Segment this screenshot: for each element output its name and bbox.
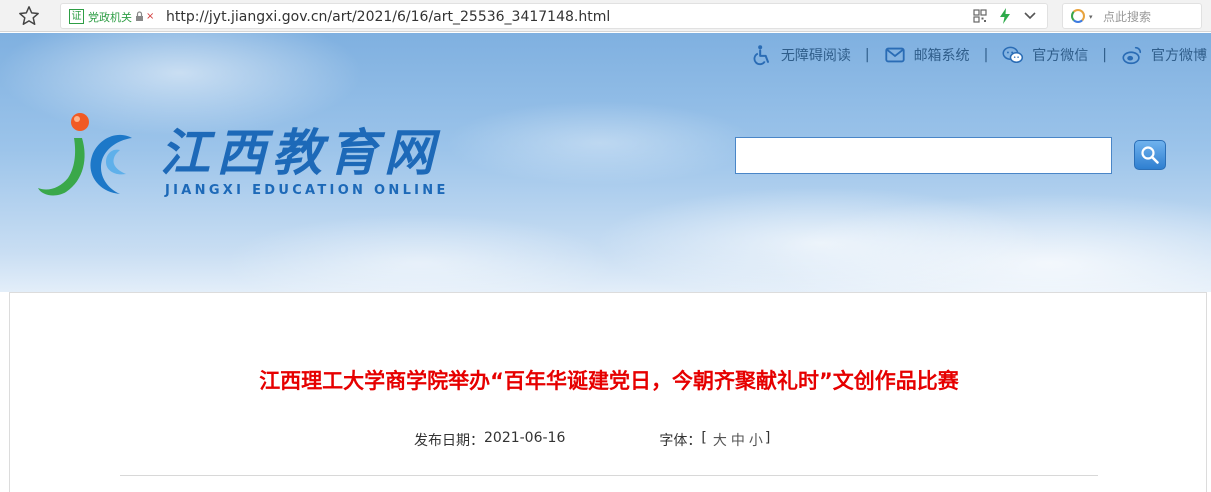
font-size-control: 字体： [ 大 中 小 ] (659, 430, 770, 450)
top-link-accessibility[interactable]: 无障碍阅读 (751, 44, 851, 66)
wechat-icon (1002, 46, 1024, 64)
top-link-label: 无障碍阅读 (780, 48, 851, 64)
publish-date: 2021-06-16 (484, 430, 566, 446)
certificate-label: 党政机关 (88, 10, 132, 24)
top-link-label: 邮箱系统 (913, 48, 970, 64)
browser-search-box[interactable]: ▾ 点此搜索 (1062, 3, 1202, 29)
font-size-large[interactable]: 大 (713, 430, 727, 450)
top-link-separator: | (864, 47, 870, 63)
site-name-english: JIANGXI EDUCATION ONLINE (165, 183, 449, 198)
font-size-medium[interactable]: 中 (731, 430, 745, 450)
top-link-mail[interactable]: 邮箱系统 (884, 44, 970, 66)
search-icon (1141, 146, 1159, 164)
article-card: 江西理工大学商学院举办“百年华诞建党日，今朝齐聚献礼时”文创作品比赛 发布日期：… (9, 292, 1207, 492)
top-link-wechat[interactable]: 官方微信 (1002, 44, 1088, 66)
site-logo-icon[interactable] (36, 108, 136, 203)
content-divider (120, 475, 1098, 476)
search-engine-caret[interactable]: ▾ (1089, 13, 1093, 21)
site-search-button[interactable] (1134, 140, 1166, 170)
insecure-mark: × (146, 11, 155, 22)
top-link-label: 官方微博 (1151, 48, 1207, 64)
font-bracket-close: ] (764, 430, 771, 446)
site-name[interactable]: 江西教育网 (160, 113, 440, 185)
url-text[interactable]: http://jyt.jiangxi.gov.cn/art/2021/6/16/… (166, 9, 610, 25)
lock-icon (136, 11, 143, 21)
qr-code-icon[interactable] (973, 9, 987, 23)
site-certificate-badge[interactable]: 证 党政机关 × (69, 8, 154, 25)
browser-search-placeholder: 点此搜索 (1103, 10, 1152, 24)
accessibility-icon (753, 45, 769, 66)
browser-toolbar: 证 党政机关 × http://jyt.jiangxi.gov.cn/art/2… (0, 0, 1211, 32)
bookmark-star-icon[interactable] (18, 5, 40, 27)
font-size-label: 字体： (659, 433, 702, 449)
site-search-input[interactable] (735, 137, 1112, 174)
mail-icon (884, 47, 905, 63)
top-link-weibo[interactable]: 官方微博 (1121, 44, 1207, 66)
lightning-icon[interactable] (999, 8, 1011, 24)
address-bar-actions (973, 8, 1037, 24)
site-header-banner: 无障碍阅读 | 邮箱系统 | 官方微信 | 官方微博 江西教育网 JIANGXI… (0, 33, 1211, 292)
top-links: 无障碍阅读 | 邮箱系统 | 官方微信 | 官方微博 (751, 44, 1207, 66)
font-size-small[interactable]: 小 (749, 430, 763, 450)
address-bar[interactable]: 证 党政机关 × http://jyt.jiangxi.gov.cn/art/2… (60, 3, 1048, 29)
article-meta: 发布日期： 2021-06-16 字体： [ 大 中 小 ] (414, 430, 770, 450)
font-bracket-open: [ (701, 430, 707, 446)
certificate-icon: 证 (69, 9, 84, 24)
article-title: 江西理工大学商学院举办“百年华诞建党日，今朝齐聚献礼时”文创作品比赛 (259, 369, 959, 393)
search-engine-icon[interactable] (1071, 9, 1085, 23)
chevron-down-icon[interactable] (1023, 11, 1037, 21)
weibo-icon (1122, 46, 1142, 65)
top-link-separator: | (983, 47, 989, 63)
date-label: 发布日期： (414, 433, 484, 449)
top-link-separator: | (1102, 47, 1107, 63)
top-link-label: 官方微信 (1032, 48, 1089, 64)
